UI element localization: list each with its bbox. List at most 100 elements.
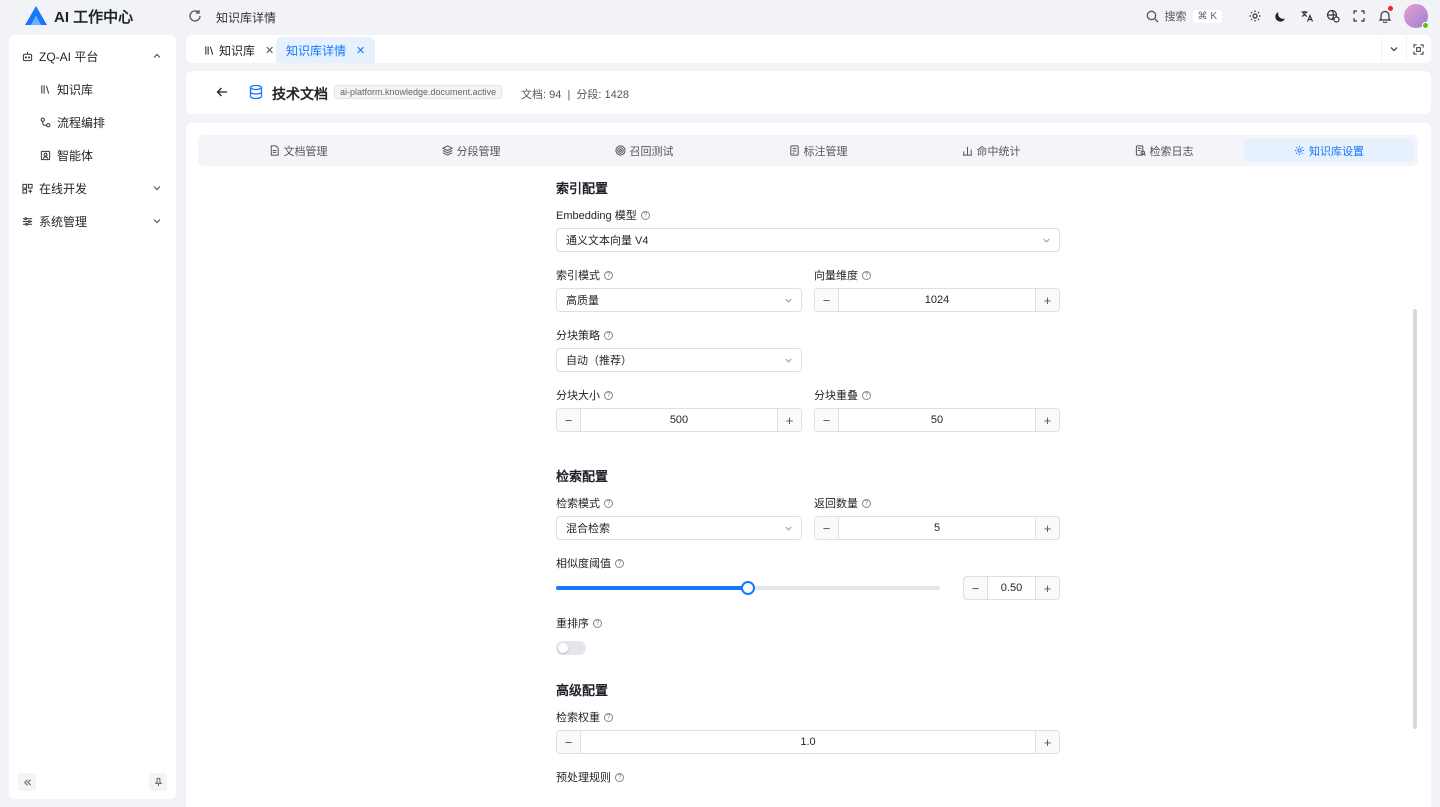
decrement-button[interactable]: −: [557, 731, 581, 753]
gear-icon: [1294, 145, 1305, 156]
increment-button[interactable]: +: [1035, 289, 1059, 311]
help-icon[interactable]: ?: [640, 210, 650, 220]
subtab-annotations[interactable]: 标注管理: [733, 139, 903, 162]
help-icon[interactable]: ?: [615, 558, 624, 568]
target-icon: [614, 145, 626, 156]
settings-button[interactable]: [1242, 4, 1268, 28]
vector-dimension-stepper[interactable]: − 1024 +: [814, 288, 1060, 312]
knowledge-title: 技术文档: [272, 86, 328, 102]
similarity-threshold-slider[interactable]: [556, 581, 940, 595]
similarity-threshold-stepper[interactable]: − 0.50 +: [963, 576, 1060, 600]
subtab-label: 标注管理: [803, 145, 848, 158]
retrieval-weight-label: 检索权重 ?: [556, 709, 613, 725]
log-icon: [1135, 145, 1146, 156]
stepper-value[interactable]: 50: [839, 414, 1035, 426]
similarity-threshold-label: 相似度阈值 ?: [556, 555, 624, 571]
sidebar-item-zq-ai[interactable]: ZQ-AI 平台: [9, 42, 176, 70]
fullscreen-button[interactable]: [1346, 4, 1372, 28]
refresh-icon[interactable]: [188, 9, 202, 23]
stepper-value[interactable]: 500: [581, 414, 777, 426]
help-icon[interactable]: ?: [604, 330, 613, 340]
help-icon[interactable]: ?: [615, 772, 624, 782]
tab-knowledge-detail[interactable]: 知识库详情 ✕: [276, 37, 376, 63]
stepper-value[interactable]: 0.50: [988, 582, 1035, 594]
rerank-toggle[interactable]: [556, 641, 586, 655]
help-icon[interactable]: ?: [862, 390, 871, 400]
help-icon[interactable]: ?: [604, 712, 613, 722]
sidebar-item-label: 智能体: [57, 148, 94, 163]
subtab-label: 知识库设置: [1309, 145, 1364, 158]
decrement-button[interactable]: −: [815, 517, 839, 539]
timezone-button[interactable]: [1320, 4, 1346, 28]
tab-maximize-button[interactable]: [1406, 37, 1430, 61]
help-icon[interactable]: ?: [593, 618, 602, 628]
sidebar-item-agent[interactable]: 智能体: [9, 141, 176, 169]
scrollbar[interactable]: [1413, 309, 1417, 729]
increment-button[interactable]: +: [1035, 577, 1059, 599]
notifications-button[interactable]: [1372, 4, 1398, 28]
index-mode-select[interactable]: 高质量: [556, 288, 802, 312]
subtab-recall-test[interactable]: 召回测试: [559, 139, 729, 162]
chunk-size-stepper[interactable]: − 500 +: [556, 408, 802, 432]
stepper-value[interactable]: 1024: [839, 294, 1035, 306]
subtab-segments[interactable]: 分段管理: [386, 139, 556, 162]
select-value: 高质量: [566, 295, 599, 307]
retrieval-mode-select[interactable]: 混合检索: [556, 516, 802, 540]
retrieval-weight-stepper[interactable]: − 1.0 +: [556, 730, 1060, 754]
decrement-button[interactable]: −: [815, 289, 839, 311]
fullscreen-icon: [1353, 10, 1365, 22]
select-value: 混合检索: [566, 523, 610, 535]
decrement-button[interactable]: −: [964, 577, 988, 599]
back-arrow-icon[interactable]: [216, 86, 228, 98]
decrement-button[interactable]: −: [557, 409, 581, 431]
sidebar-item-dev[interactable]: 在线开发: [9, 174, 176, 202]
decrement-button[interactable]: −: [815, 409, 839, 431]
embedding-model-select[interactable]: 通义文本向量 V4: [556, 228, 1060, 252]
increment-button[interactable]: +: [777, 409, 801, 431]
top-k-stepper[interactable]: − 5 +: [814, 516, 1060, 540]
chevron-down-icon: [1390, 47, 1397, 52]
chunk-overlap-stepper[interactable]: − 50 +: [814, 408, 1060, 432]
app-logo[interactable]: AI 工作中心: [24, 5, 133, 27]
tab-knowledge[interactable]: 知识库 ✕: [194, 37, 284, 63]
gear-icon: [1249, 10, 1261, 22]
select-value: 自动（推荐）: [566, 355, 632, 367]
sidebar-item-workflow[interactable]: 流程编排: [9, 108, 176, 136]
theme-toggle-button[interactable]: [1268, 4, 1294, 28]
chunk-strategy-label: 分块策略 ?: [556, 327, 613, 343]
sidebar-item-knowledge[interactable]: 知识库: [9, 75, 176, 103]
stepper-value[interactable]: 1.0: [581, 736, 1035, 748]
tabs-menu-button[interactable]: [1381, 37, 1405, 61]
subtab-search-logs[interactable]: 检索日志: [1079, 139, 1249, 162]
increment-button[interactable]: +: [1035, 731, 1059, 753]
increment-button[interactable]: +: [1035, 517, 1059, 539]
subtab-kb-settings[interactable]: 知识库设置: [1244, 139, 1414, 162]
help-icon[interactable]: ?: [604, 498, 613, 508]
chunk-strategy-select[interactable]: 自动（推荐）: [556, 348, 802, 372]
agent-icon: [39, 149, 51, 161]
collapse-sidebar-button[interactable]: [18, 773, 36, 791]
knowledge-stats: 文档: 94 | 分段: 1428: [521, 89, 630, 101]
dev-icon: [21, 182, 33, 194]
sidebar-item-system[interactable]: 系统管理: [9, 207, 176, 235]
online-status-dot: [1422, 22, 1429, 29]
help-icon[interactable]: ?: [604, 390, 613, 400]
pin-sidebar-button[interactable]: [149, 773, 167, 791]
global-search[interactable]: 搜索 ⌘ K: [1146, 8, 1222, 24]
retrieval-config-title: 检索配置: [556, 469, 609, 484]
user-avatar[interactable]: [1404, 4, 1429, 29]
help-icon[interactable]: ?: [862, 498, 871, 508]
help-icon[interactable]: ?: [604, 270, 613, 280]
help-icon[interactable]: ?: [862, 270, 871, 280]
subtab-hit-stats[interactable]: 命中统计: [906, 139, 1076, 162]
sidebar-item-label: 知识库: [57, 82, 94, 97]
robot-icon: [21, 50, 33, 62]
slider-handle[interactable]: [741, 581, 755, 595]
close-icon[interactable]: ✕: [265, 44, 274, 57]
subtab-documents[interactable]: 文档管理: [213, 139, 383, 162]
select-value: 通义文本向量 V4: [566, 235, 649, 247]
language-button[interactable]: [1294, 4, 1320, 28]
stepper-value[interactable]: 5: [839, 522, 1035, 534]
close-icon[interactable]: ✕: [356, 44, 365, 57]
increment-button[interactable]: +: [1035, 409, 1059, 431]
